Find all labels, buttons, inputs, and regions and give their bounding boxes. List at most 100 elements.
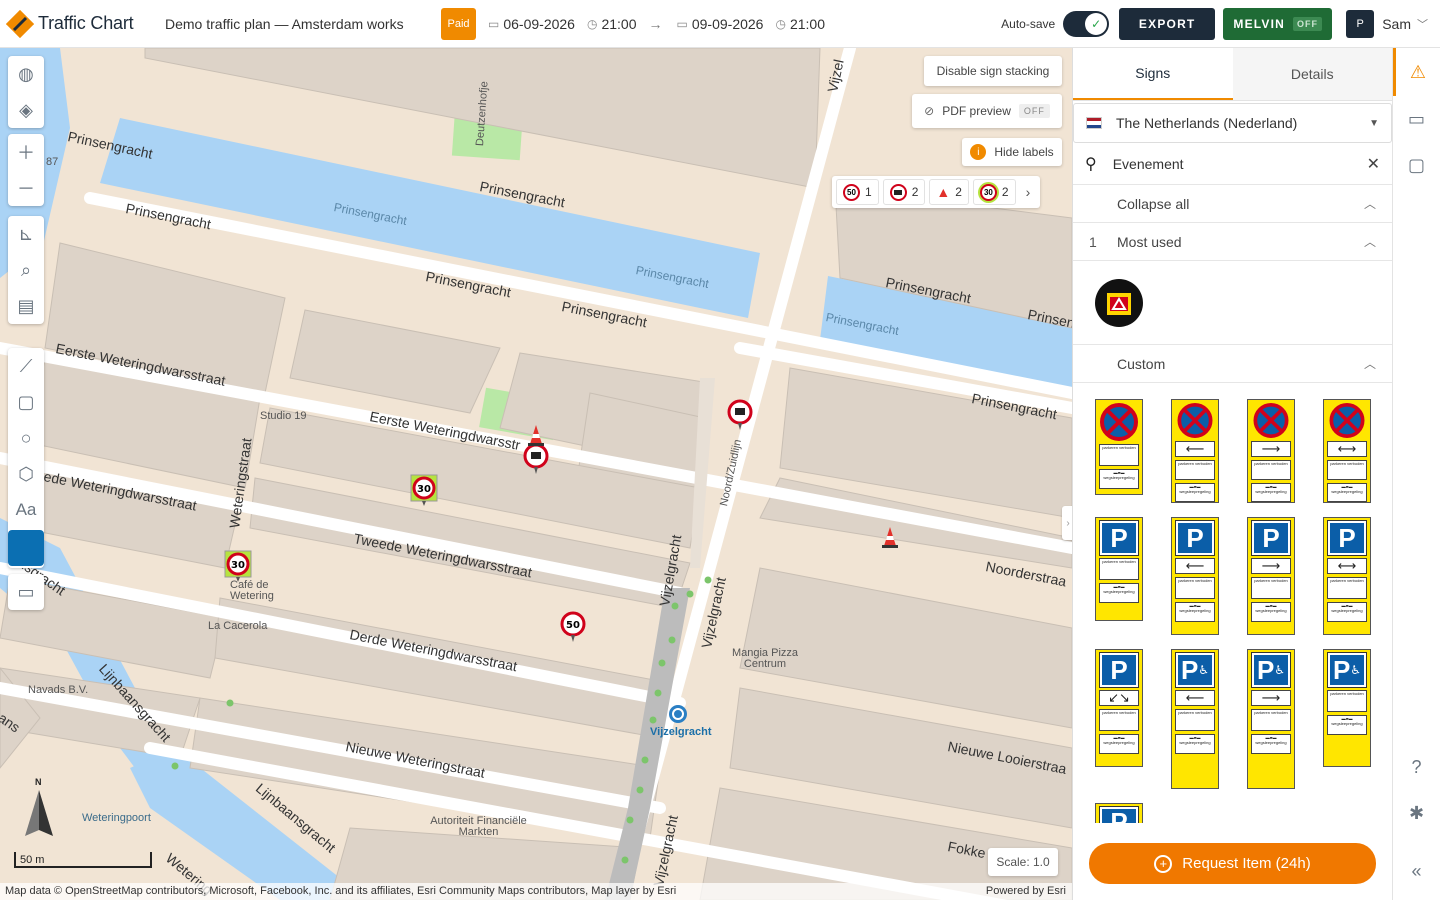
sign-subtext: parkeren verboden [1327,460,1367,481]
warning-icon[interactable]: ⚠ [1392,48,1440,96]
speed-limit-50-sign-marker[interactable]: 50 [559,610,587,642]
no-stopping-sign-item[interactable]: ⟷ parkeren verboden ▬▰▬ wegsleepregeling [1323,399,1371,503]
no-trucks-sign-marker[interactable] [726,398,754,430]
traffic-chart-logo-icon [6,9,34,38]
metro-station-icon[interactable] [668,704,688,724]
user-menu[interactable]: P Sam ﹀ [1346,9,1428,38]
melvin-button[interactable]: MELVIN OFF [1223,7,1333,40]
sign-subtext: parkeren verboden [1175,577,1215,599]
help-icon[interactable]: ? [1393,744,1440,790]
document-edit-icon[interactable]: ▭ [8,574,44,610]
sign-subtext: parkeren verboden [1175,460,1215,481]
tow-away-icon: ▬▰▬ wegsleepregeling [1175,602,1215,622]
country-select[interactable]: The Netherlands (Nederland) ▼ [1073,103,1392,143]
traffic-cone-marker[interactable] [882,526,898,548]
disabled-parking-sign-item[interactable]: P ♿ ⟵ parkeren verboden ▬▰▬ wegsleepregeling [1171,649,1219,789]
hide-labels-button[interactable]: i Hide labels [962,138,1062,166]
parking-icon: P [1327,520,1367,556]
layers-icon[interactable]: ◈ [8,92,44,128]
tow-away-icon: ▬▰▬ wegsleepregeling [1327,483,1367,502]
text-tool-icon[interactable]: Aa [8,492,44,528]
disabled-parking-sign-item[interactable]: P ♿ parkeren verboden ▬▰▬ wegsleepregeling [1323,649,1371,767]
tab-details[interactable]: Details [1232,48,1392,100]
speed-limit-30-icon: 30 [979,183,997,201]
event-sign-item[interactable] [1095,278,1143,327]
export-button[interactable]: EXPORT [1119,7,1216,40]
zoom-in-button[interactable]: ＋ [8,134,44,170]
no-trucks-sign-marker[interactable] [522,442,550,474]
rectangle-tool-icon[interactable]: ▢ [8,384,44,420]
scale-control[interactable]: Scale: 1.0 [988,848,1058,876]
end-date[interactable]: ▭ 09-09-2026 [677,16,764,32]
powered-by[interactable]: Powered by Esri [986,883,1066,900]
calendar-icon: ▭ [676,16,688,31]
sign-count-truck[interactable]: 2 [882,179,926,205]
direction-arrow-icon: ⟶ [1251,441,1291,457]
speed-limit-30-sign-marker[interactable]: 30 [410,474,438,506]
start-time[interactable]: ◷ 21:00 [587,16,637,32]
parking-sign-item[interactable]: P ⟶ parkeren verboden ▬▰▬ wegsleepregeling [1247,517,1295,635]
sign-count-50[interactable]: 50 1 [836,179,879,205]
circle-tool-icon[interactable]: ○ [8,420,44,456]
parking-sign-item[interactable]: P ↙↘ parkeren verboden ▬▰▬ wegsleepregeling [1095,649,1143,767]
line-tool-icon[interactable]: ⟋ [8,348,44,384]
parking-sign-item[interactable]: P ⟵ parkeren verboden ▬▰▬ wegsleepregeling [1171,517,1219,635]
app-logo[interactable]: Traffic Chart [6,9,154,38]
map-layers-toolbar: ◍ ◈ [8,56,44,128]
chevron-right-icon[interactable]: › [1020,184,1037,200]
pdf-preview-toggle[interactable]: ⊘ PDF preview OFF [912,94,1062,128]
scale-bar-label: 50 m [20,854,45,866]
no-stopping-sign-item[interactable]: ⟵ parkeren verboden ▬▰▬ wegsleepregeling [1171,399,1219,503]
ruler-icon[interactable]: ⊾ [8,216,44,252]
tab-signs[interactable]: Signs [1073,48,1233,100]
start-date-value: 06-09-2026 [503,15,575,32]
map-canvas[interactable]: Prinsengracht Prinsengracht Prinsengrach… [0,48,1072,900]
panel-collapse-handle[interactable]: › [1062,506,1072,540]
clear-search-button[interactable]: ✕ [1367,154,1380,174]
disabled-parking-sign-item[interactable]: P ♿ ⟶ parkeren verboden ▬▰▬ wegsleepregeling [1247,649,1295,789]
zoom-out-button[interactable]: － [8,170,44,206]
sign-count-value: 2 [911,185,919,199]
plan-title[interactable]: Demo traffic plan — Amsterdam works [165,16,441,32]
svg-text:50: 50 [566,620,580,631]
folder-icon[interactable]: ▭ [1393,96,1440,142]
document-toolbar: ▭ [8,574,44,610]
traffic-cone-marker[interactable] [528,424,544,446]
autosave-toggle[interactable]: ✓ [1063,10,1110,37]
custom-header[interactable]: Custom ︿ [1073,345,1392,383]
sign-count-30[interactable]: 30 2 [972,179,1016,205]
bug-icon[interactable]: ✱ [1393,790,1440,836]
speed-limit-30-sign-marker[interactable]: 30 [224,550,252,582]
sign-count-cone[interactable]: ▲ 2 [929,179,969,205]
right-rail: ⚠ ▭ ▢ ? ✱ « [1392,48,1440,900]
globe-icon[interactable]: ◍ [8,56,44,92]
tow-away-icon: ▬▰▬ wegsleepregeling [1251,602,1291,622]
parking-sign-item[interactable]: P ⟷ parkeren verboden ▬▰▬ wegsleepregeling [1323,517,1371,635]
collapse-all-label: Collapse all [1117,195,1190,212]
tow-away-icon: ▬▰▬ wegsleepregeling [1327,602,1367,622]
sign-count-bar: 50 1 2 ▲ 2 30 2 › [832,176,1041,208]
print-area-icon[interactable]: ▤ [8,288,44,324]
sign-count-value: 1 [865,185,872,199]
disable-sign-stacking-button[interactable]: Disable sign stacking [924,56,1062,86]
no-stopping-sign-item[interactable]: ⟶ parkeren verboden ▬▰▬ wegsleepregeling [1247,399,1295,503]
chat-icon[interactable]: ▢ [1393,142,1440,188]
most-used-header[interactable]: 1 Most used ︿ [1073,223,1392,261]
place-label: Café de Wetering [230,579,274,602]
collapse-all-row[interactable]: Collapse all ︿ [1073,185,1392,223]
collapse-panel-icon[interactable]: « [1393,848,1440,894]
chevron-up-icon: ︿ [1363,357,1376,371]
parking-sign-item[interactable]: Pparkeren verboden ▬▰▬ wegsleepregeling [1095,517,1143,621]
start-date[interactable]: ▭ 06-09-2026 [488,16,575,32]
direction-arrow-icon: ↙↘ [1099,690,1139,706]
search-input[interactable] [1112,155,1351,172]
no-stopping-sign-item[interactable]: parkeren verboden ▬▰▬ wegsleepregeling [1095,399,1143,495]
search-location-icon[interactable]: ⌕ [8,252,44,288]
polygon-tool-icon[interactable]: ⬡ [8,456,44,492]
no-stopping-icon [1329,403,1365,438]
parking-sign-item[interactable]: P [1095,803,1143,823]
plus-circle-icon: + [1154,854,1173,873]
color-picker-button[interactable] [8,530,44,566]
request-item-button[interactable]: + Request Item (24h) [1089,843,1376,884]
end-time[interactable]: ◷ 21:00 [775,16,825,32]
